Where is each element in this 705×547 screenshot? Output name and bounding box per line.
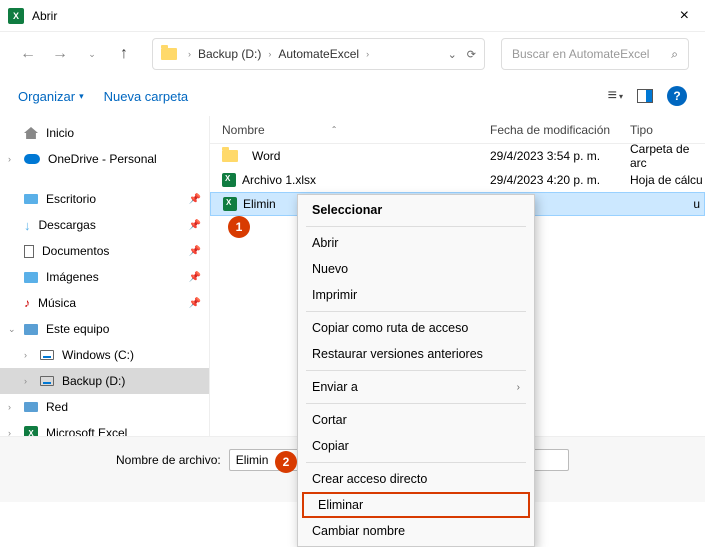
disk-icon [40,376,54,386]
sidebar: Inicio ›OneDrive - Personal Escritorio📌 … [0,116,210,456]
image-icon [24,272,38,283]
collapse-icon[interactable]: ⌄ [8,324,16,335]
nav-row: ← → ⌄ ↑ › Backup (D:) › AutomateExcel › … [0,32,705,76]
pin-icon: 📌 [189,272,201,283]
view-menu-button[interactable]: ≡▾ [608,87,623,105]
ctx-print[interactable]: Imprimir [298,282,534,308]
sidebar-documents[interactable]: Documentos📌 [0,238,209,264]
ctx-copy-path[interactable]: Copiar como ruta de acceso [298,315,534,341]
network-icon [24,402,38,412]
search-placeholder: Buscar en AutomateExcel [512,47,649,61]
expand-icon[interactable]: › [8,154,11,164]
new-folder-button[interactable]: Nueva carpeta [104,89,189,104]
address-controls: ⌄ ⟳ [448,48,476,61]
ctx-rename[interactable]: Cambiar nombre [298,518,534,544]
table-row[interactable]: Archivo 1.xlsx 29/4/2023 4:20 p. m. Hoja… [210,168,705,192]
address-dropdown-icon[interactable]: ⌄ [448,48,457,61]
sidebar-home[interactable]: Inicio [0,120,209,146]
search-input[interactable]: Buscar en AutomateExcel ⌕ [501,38,689,70]
home-icon [24,127,38,139]
cloud-icon [24,154,40,164]
ctx-open[interactable]: Abrir [298,230,534,256]
organize-button[interactable]: Organizar▾ [18,89,84,104]
sidebar-network[interactable]: ›Red [0,394,209,420]
sidebar-onedrive[interactable]: ›OneDrive - Personal [0,146,209,172]
folder-icon [161,48,177,60]
document-icon [24,245,34,258]
col-date-header[interactable]: Fecha de modificación [490,123,630,137]
ctx-delete[interactable]: Eliminar [302,492,530,518]
annotation-badge-2: 2 [275,451,297,473]
expand-icon[interactable]: › [24,376,27,386]
sidebar-cdrive[interactable]: ›Windows (C:) [0,342,209,368]
breadcrumb-folder[interactable]: AutomateExcel [274,47,363,61]
filename-label: Nombre de archivo: [116,453,221,467]
ctx-restore[interactable]: Restaurar versiones anteriores [298,341,534,367]
sidebar-downloads[interactable]: ↓Descargas📌 [0,212,209,238]
close-button[interactable]: × [672,3,697,29]
expand-icon[interactable]: › [24,350,27,360]
forward-button: → [48,42,72,66]
toolbar: Organizar▾ Nueva carpeta ≡▾ ? [0,76,705,116]
sort-indicator-icon: ⌃ [331,125,338,134]
sidebar-images[interactable]: Imágenes📌 [0,264,209,290]
chevron-icon[interactable]: › [185,49,194,59]
up-button[interactable]: ↑ [112,42,136,66]
recent-dropdown[interactable]: ⌄ [80,42,104,66]
search-icon: ⌕ [671,47,678,62]
chevron-icon[interactable]: › [363,49,372,59]
window-title: Abrir [32,9,57,23]
pin-icon: 📌 [189,298,201,309]
folder-icon [222,150,238,162]
disk-icon [40,350,54,360]
titlebar: X Abrir × [0,0,705,32]
breadcrumb-drive[interactable]: Backup (D:) [194,47,265,61]
ctx-copy[interactable]: Copiar [298,433,534,459]
col-type-header[interactable]: Tipo [630,123,705,137]
xlsx-icon [223,197,237,211]
pin-icon: 📌 [189,246,201,257]
ctx-cut[interactable]: Cortar [298,407,534,433]
sidebar-desktop[interactable]: Escritorio📌 [0,186,209,212]
chevron-icon[interactable]: › [265,49,274,59]
expand-icon[interactable]: › [8,402,11,412]
preview-pane-button[interactable] [637,89,653,103]
desktop-icon [24,194,38,204]
submenu-arrow-icon: › [517,382,520,393]
sidebar-ddrive[interactable]: ›Backup (D:) [0,368,209,394]
excel-app-icon: X [8,8,24,24]
col-name-header[interactable]: Nombre⌃ [210,123,490,137]
ctx-send-to[interactable]: Enviar a› [298,374,534,400]
ctx-select[interactable]: Seleccionar [298,197,534,223]
column-headers: Nombre⌃ Fecha de modificación Tipo [210,116,705,144]
address-bar[interactable]: › Backup (D:) › AutomateExcel › ⌄ ⟳ [152,38,485,70]
pin-icon: 📌 [189,194,201,205]
music-icon: ♪ [24,296,30,310]
download-icon: ↓ [24,218,31,233]
sidebar-thispc[interactable]: ⌄Este equipo [0,316,209,342]
help-button[interactable]: ? [667,86,687,106]
sidebar-music[interactable]: ♪Música📌 [0,290,209,316]
xlsx-icon [222,173,236,187]
ctx-new[interactable]: Nuevo [298,256,534,282]
context-menu: Seleccionar Abrir Nuevo Imprimir Copiar … [297,194,535,547]
refresh-icon[interactable]: ⟳ [467,48,476,61]
back-button[interactable]: ← [16,42,40,66]
annotation-badge-1: 1 [228,216,250,238]
table-row[interactable]: Word 29/4/2023 3:54 p. m. Carpeta de arc [210,144,705,168]
pin-icon: 📌 [189,220,201,231]
ctx-shortcut[interactable]: Crear acceso directo [298,466,534,492]
pc-icon [24,324,38,335]
